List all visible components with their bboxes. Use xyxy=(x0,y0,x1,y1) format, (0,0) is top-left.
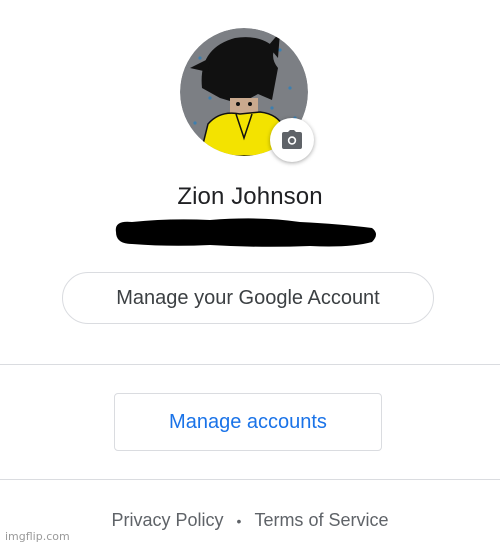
manage-google-account-button[interactable]: Manage your Google Account xyxy=(62,272,434,324)
account-name: Zion Johnson xyxy=(177,183,323,210)
watermark: imgflip.com xyxy=(5,530,70,543)
footer-separator: • xyxy=(236,512,242,529)
privacy-policy-link[interactable]: Privacy Policy xyxy=(112,510,224,531)
footer-links: Privacy Policy • Terms of Service xyxy=(0,510,500,531)
manage-accounts-button[interactable]: Manage accounts xyxy=(114,393,382,451)
divider xyxy=(0,364,500,365)
terms-of-service-link[interactable]: Terms of Service xyxy=(254,510,388,531)
avatar-container xyxy=(180,28,314,162)
camera-icon xyxy=(282,130,302,149)
divider xyxy=(0,479,500,480)
redacted-email-scribble xyxy=(115,218,377,247)
change-photo-button[interactable] xyxy=(270,118,314,162)
